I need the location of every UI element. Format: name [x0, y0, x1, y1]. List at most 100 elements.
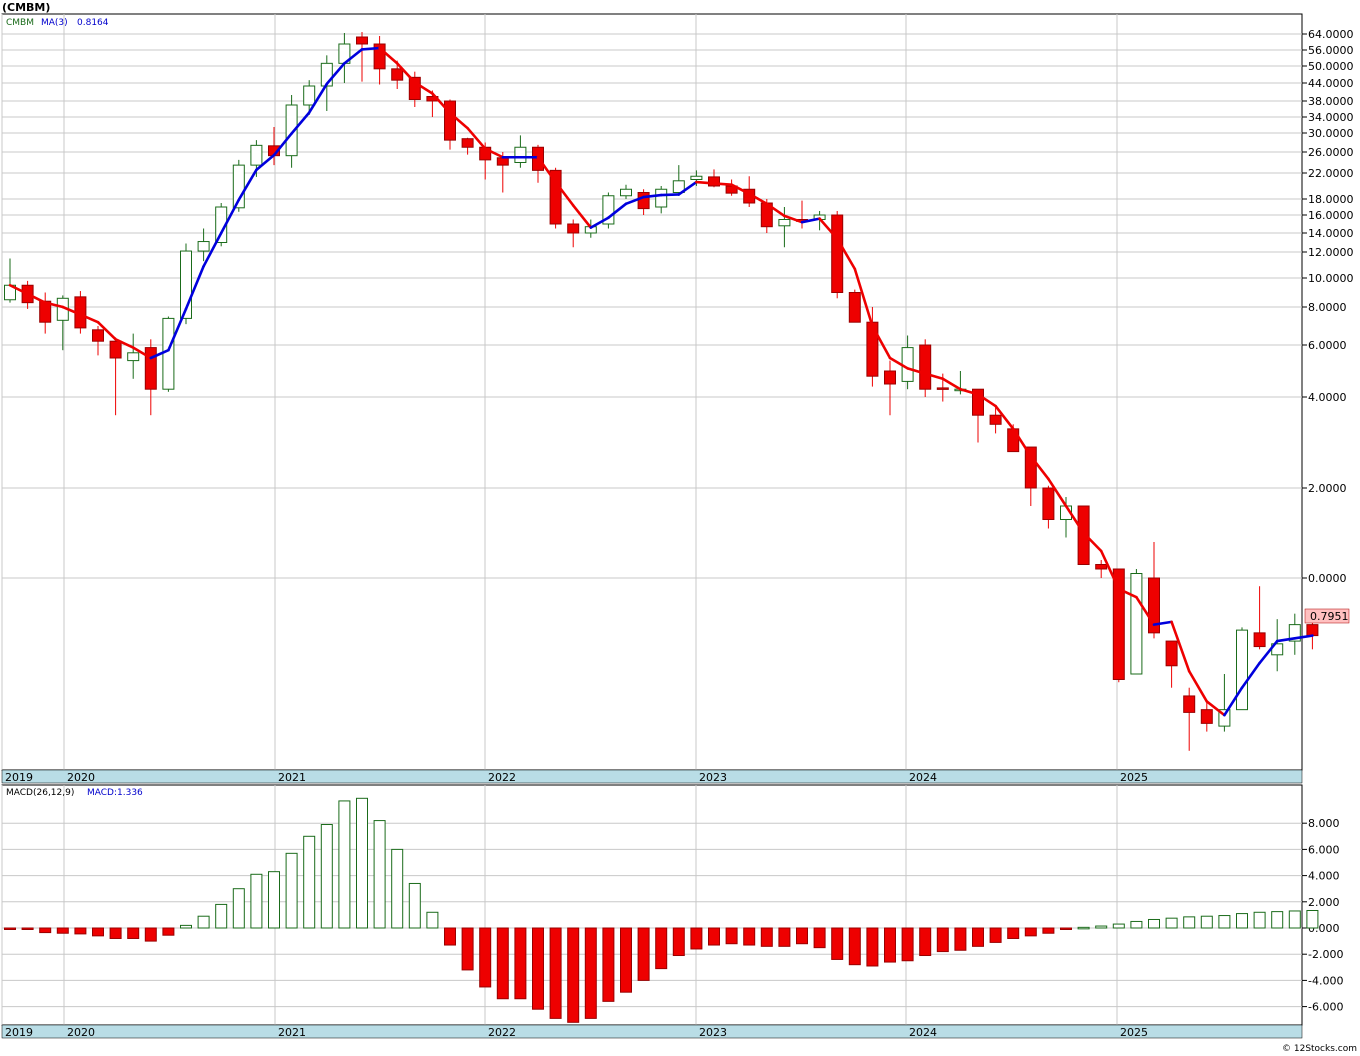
macd-bar [778, 927, 791, 947]
candle-body [356, 36, 368, 45]
macd-bar [901, 927, 914, 962]
macd-bar [1218, 915, 1231, 929]
candle-body [620, 188, 632, 197]
macd-bar [444, 927, 456, 946]
price-y-tick-label: 56.0000 [1308, 44, 1354, 57]
chart-background [0, 0, 1360, 1056]
macd-x-tick-label: 2023 [699, 1026, 727, 1039]
candle-body [567, 223, 580, 234]
price-y-tick-label: 6.0000 [1308, 339, 1347, 352]
macd-bar [989, 927, 1002, 943]
ma-segment [695, 180, 716, 185]
macd-bar [637, 927, 650, 981]
macd-bar [1095, 925, 1108, 929]
macd-bar [954, 927, 967, 951]
candle-body [989, 414, 1002, 425]
price-y-tick-label: 22.0000 [1308, 167, 1354, 180]
macd-bar [796, 927, 808, 945]
macd-bar [1042, 927, 1055, 934]
macd-y-tick-label: -6.000 [1308, 1001, 1343, 1014]
candle-body [1095, 564, 1108, 570]
candle-body [866, 321, 879, 377]
macd-bar [144, 927, 157, 942]
macd-bar [1271, 911, 1284, 929]
candle-body [303, 85, 316, 106]
macd-bar [1183, 916, 1196, 929]
price-y-tick-label: 0.0000 [1308, 572, 1347, 585]
candle-body [1200, 709, 1213, 724]
candle-body [778, 219, 791, 227]
macd-bar [655, 927, 668, 970]
macd-bar [1165, 917, 1178, 929]
macd-bar [496, 927, 509, 1000]
macd-bar [250, 873, 263, 929]
macd-bar [1024, 927, 1037, 937]
macd-bar [725, 927, 738, 945]
macd-bar [672, 927, 685, 957]
macd-x-tick-label: 2021 [278, 1026, 306, 1039]
macd-bar [426, 911, 439, 929]
macd-x-tick-label: 2022 [488, 1026, 516, 1039]
macd-bar [1200, 915, 1213, 929]
price-y-tick-label: 64.0000 [1308, 28, 1354, 41]
macd-bar [936, 927, 949, 953]
macd-bar [268, 871, 280, 929]
macd-bar [549, 927, 562, 1019]
macd-bar [391, 848, 404, 929]
price-x-tick-label: 2019 [5, 771, 33, 784]
price-x-axis-band [1, 769, 1303, 784]
macd-bar [356, 797, 368, 929]
price-y-tick-label: 38.0000 [1308, 95, 1354, 108]
macd-bar [303, 835, 316, 929]
macd-bar [690, 927, 703, 950]
macd-bar [919, 927, 932, 957]
price-x-tick-label: 2021 [278, 771, 306, 784]
macd-bar [232, 888, 245, 929]
macd-bar [831, 927, 844, 960]
macd-bar [180, 924, 192, 929]
macd-legend-label: MACD(26,12,9) [6, 788, 74, 798]
price-y-tick-label: 50.0000 [1308, 60, 1354, 73]
macd-bar [4, 927, 16, 930]
candle-body [936, 387, 949, 390]
price-y-tick-label: 30.0000 [1308, 127, 1354, 140]
candle-body [109, 340, 122, 359]
macd-bar [1236, 913, 1248, 929]
stock-chart: (CMBM) 64.0000 56.0000 50.0000 44.0000 38.00… [0, 0, 1360, 1056]
macd-bar [848, 927, 861, 966]
price-x-tick-label: 2020 [67, 771, 95, 784]
price-y-tick-label: 18.0000 [1308, 193, 1354, 206]
macd-bar [567, 927, 580, 1023]
macd-legend-value: MACD:1.336 [87, 788, 143, 798]
candle-body [1024, 446, 1037, 489]
macd-y-tick-label: -2.000 [1308, 948, 1343, 961]
macd-bar [620, 927, 632, 993]
macd-bar [197, 915, 210, 929]
candle-body [162, 317, 175, 390]
macd-bar [373, 820, 386, 929]
ma-segment [360, 46, 381, 51]
candle-body [1236, 629, 1248, 711]
macd-bar [21, 927, 34, 930]
candle-body [655, 188, 668, 208]
macd-y-tick-label: 6.000 [1308, 843, 1340, 856]
macd-x-tick-label: 2025 [1120, 1026, 1148, 1039]
macd-y-tick-label: 2.000 [1308, 896, 1340, 909]
price-y-tick-label: 14.0000 [1308, 227, 1354, 240]
price-legend-ma-label: MA(3) [41, 18, 68, 28]
macd-x-axis-band [1, 1024, 1303, 1039]
candle-body [197, 241, 210, 252]
macd-bar [56, 927, 69, 934]
price-y-tick-label: 10.0000 [1308, 272, 1354, 285]
candle-body [144, 347, 157, 390]
macd-bar [1077, 926, 1090, 930]
macd-bar [39, 927, 52, 934]
candle-body [127, 352, 140, 362]
candle-body [637, 192, 650, 210]
candle-body [901, 347, 914, 382]
macd-bar [602, 927, 615, 1002]
macd-bar [408, 882, 421, 929]
candle-body [690, 175, 703, 180]
candle-body [1306, 624, 1319, 637]
candle-body [461, 138, 474, 148]
